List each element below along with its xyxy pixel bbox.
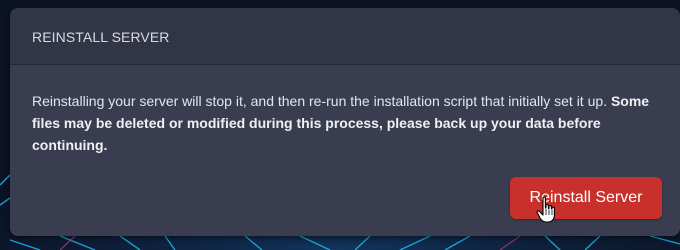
reinstall-server-button[interactable]: Reinstall Server xyxy=(510,177,662,219)
reinstall-description: Reinstalling your server will stop it, a… xyxy=(32,93,611,109)
reinstall-server-card: REINSTALL SERVER Reinstalling your serve… xyxy=(10,8,680,236)
card-title: REINSTALL SERVER xyxy=(32,29,170,45)
card-body-text: Reinstalling your server will stop it, a… xyxy=(32,90,664,156)
hand-pointer-cursor-icon xyxy=(536,196,555,223)
card-header: REINSTALL SERVER xyxy=(10,8,680,65)
